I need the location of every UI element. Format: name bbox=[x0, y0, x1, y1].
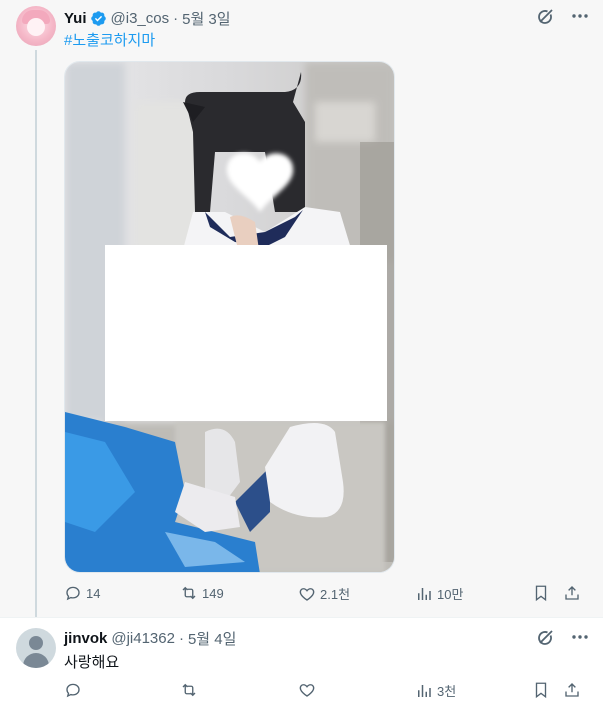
retweet-count: 149 bbox=[202, 585, 224, 601]
photo-illustration bbox=[65, 62, 394, 572]
more-icon[interactable] bbox=[570, 6, 590, 26]
tweet-timestamp[interactable]: 5월 3일 bbox=[182, 8, 230, 29]
separator-dot: · bbox=[173, 10, 179, 27]
more-icon[interactable] bbox=[570, 627, 590, 647]
retweet-button[interactable]: 149 bbox=[180, 584, 224, 602]
separator-dot: · bbox=[178, 630, 184, 647]
reply-icon bbox=[64, 584, 82, 602]
author-name[interactable]: Yui bbox=[64, 10, 87, 27]
view-count: 10만 bbox=[437, 587, 464, 602]
reply-count: 14 bbox=[86, 585, 101, 601]
reply-icon bbox=[64, 681, 82, 699]
retweet-button[interactable] bbox=[180, 681, 202, 699]
author-handle[interactable]: @i3_cos bbox=[111, 10, 170, 27]
tweet-header: Yui @i3_cos · 5월 3일 bbox=[64, 8, 231, 29]
white-censor-block bbox=[105, 245, 387, 421]
retweet-icon bbox=[180, 584, 198, 602]
avatar-face-shape bbox=[27, 18, 45, 36]
heart-icon bbox=[298, 681, 316, 699]
hashtag-link[interactable]: #노출코하지마 bbox=[64, 29, 155, 50]
share-icon bbox=[563, 584, 581, 602]
author-avatar[interactable] bbox=[16, 6, 56, 46]
reply-action-bar: 3천 bbox=[64, 681, 586, 703]
default-avatar-body bbox=[23, 653, 49, 668]
reply-top-actions bbox=[536, 627, 590, 647]
grok-icon[interactable] bbox=[536, 627, 556, 647]
bookmark-button[interactable] bbox=[532, 681, 554, 699]
share-button[interactable] bbox=[563, 584, 585, 602]
reply-author-name[interactable]: jinvok bbox=[64, 630, 107, 647]
views-button[interactable]: 10만 bbox=[415, 584, 463, 603]
retweet-icon bbox=[180, 681, 198, 699]
reply-header: jinvok @ji41362 · 5월 4일 bbox=[64, 628, 236, 649]
like-count: 2.1천 bbox=[320, 587, 351, 602]
tweet-action-bar: 14 149 2.1천 10만 bbox=[64, 584, 586, 606]
like-button[interactable] bbox=[298, 681, 320, 699]
tweet-top-actions bbox=[536, 6, 590, 26]
grok-icon[interactable] bbox=[536, 6, 556, 26]
verified-badge-icon bbox=[90, 10, 107, 27]
reply-button[interactable] bbox=[64, 681, 86, 699]
views-icon bbox=[415, 585, 433, 603]
default-avatar-head bbox=[29, 636, 43, 650]
view-count: 3천 bbox=[437, 684, 457, 699]
reply-author-handle[interactable]: @ji41362 bbox=[111, 630, 175, 647]
like-button[interactable]: 2.1천 bbox=[298, 584, 350, 603]
share-button[interactable] bbox=[563, 681, 585, 699]
thread-connector-line bbox=[35, 50, 37, 620]
reply-button[interactable]: 14 bbox=[64, 584, 100, 602]
views-icon bbox=[415, 682, 433, 700]
heart-icon bbox=[298, 585, 316, 603]
reply-author-avatar[interactable] bbox=[16, 628, 56, 668]
reply-timestamp[interactable]: 5월 4일 bbox=[188, 628, 236, 649]
main-tweet[interactable]: Yui @i3_cos · 5월 3일 #노출코하지마 14 149 2.1천 … bbox=[0, 0, 603, 620]
share-icon bbox=[563, 681, 581, 699]
bookmark-icon bbox=[532, 681, 550, 699]
tweet-photo[interactable] bbox=[64, 61, 395, 573]
bookmark-button[interactable] bbox=[532, 584, 554, 602]
bookmark-icon bbox=[532, 584, 550, 602]
views-button[interactable]: 3천 bbox=[415, 681, 456, 700]
reply-body-text: 사랑해요 bbox=[64, 654, 120, 671]
